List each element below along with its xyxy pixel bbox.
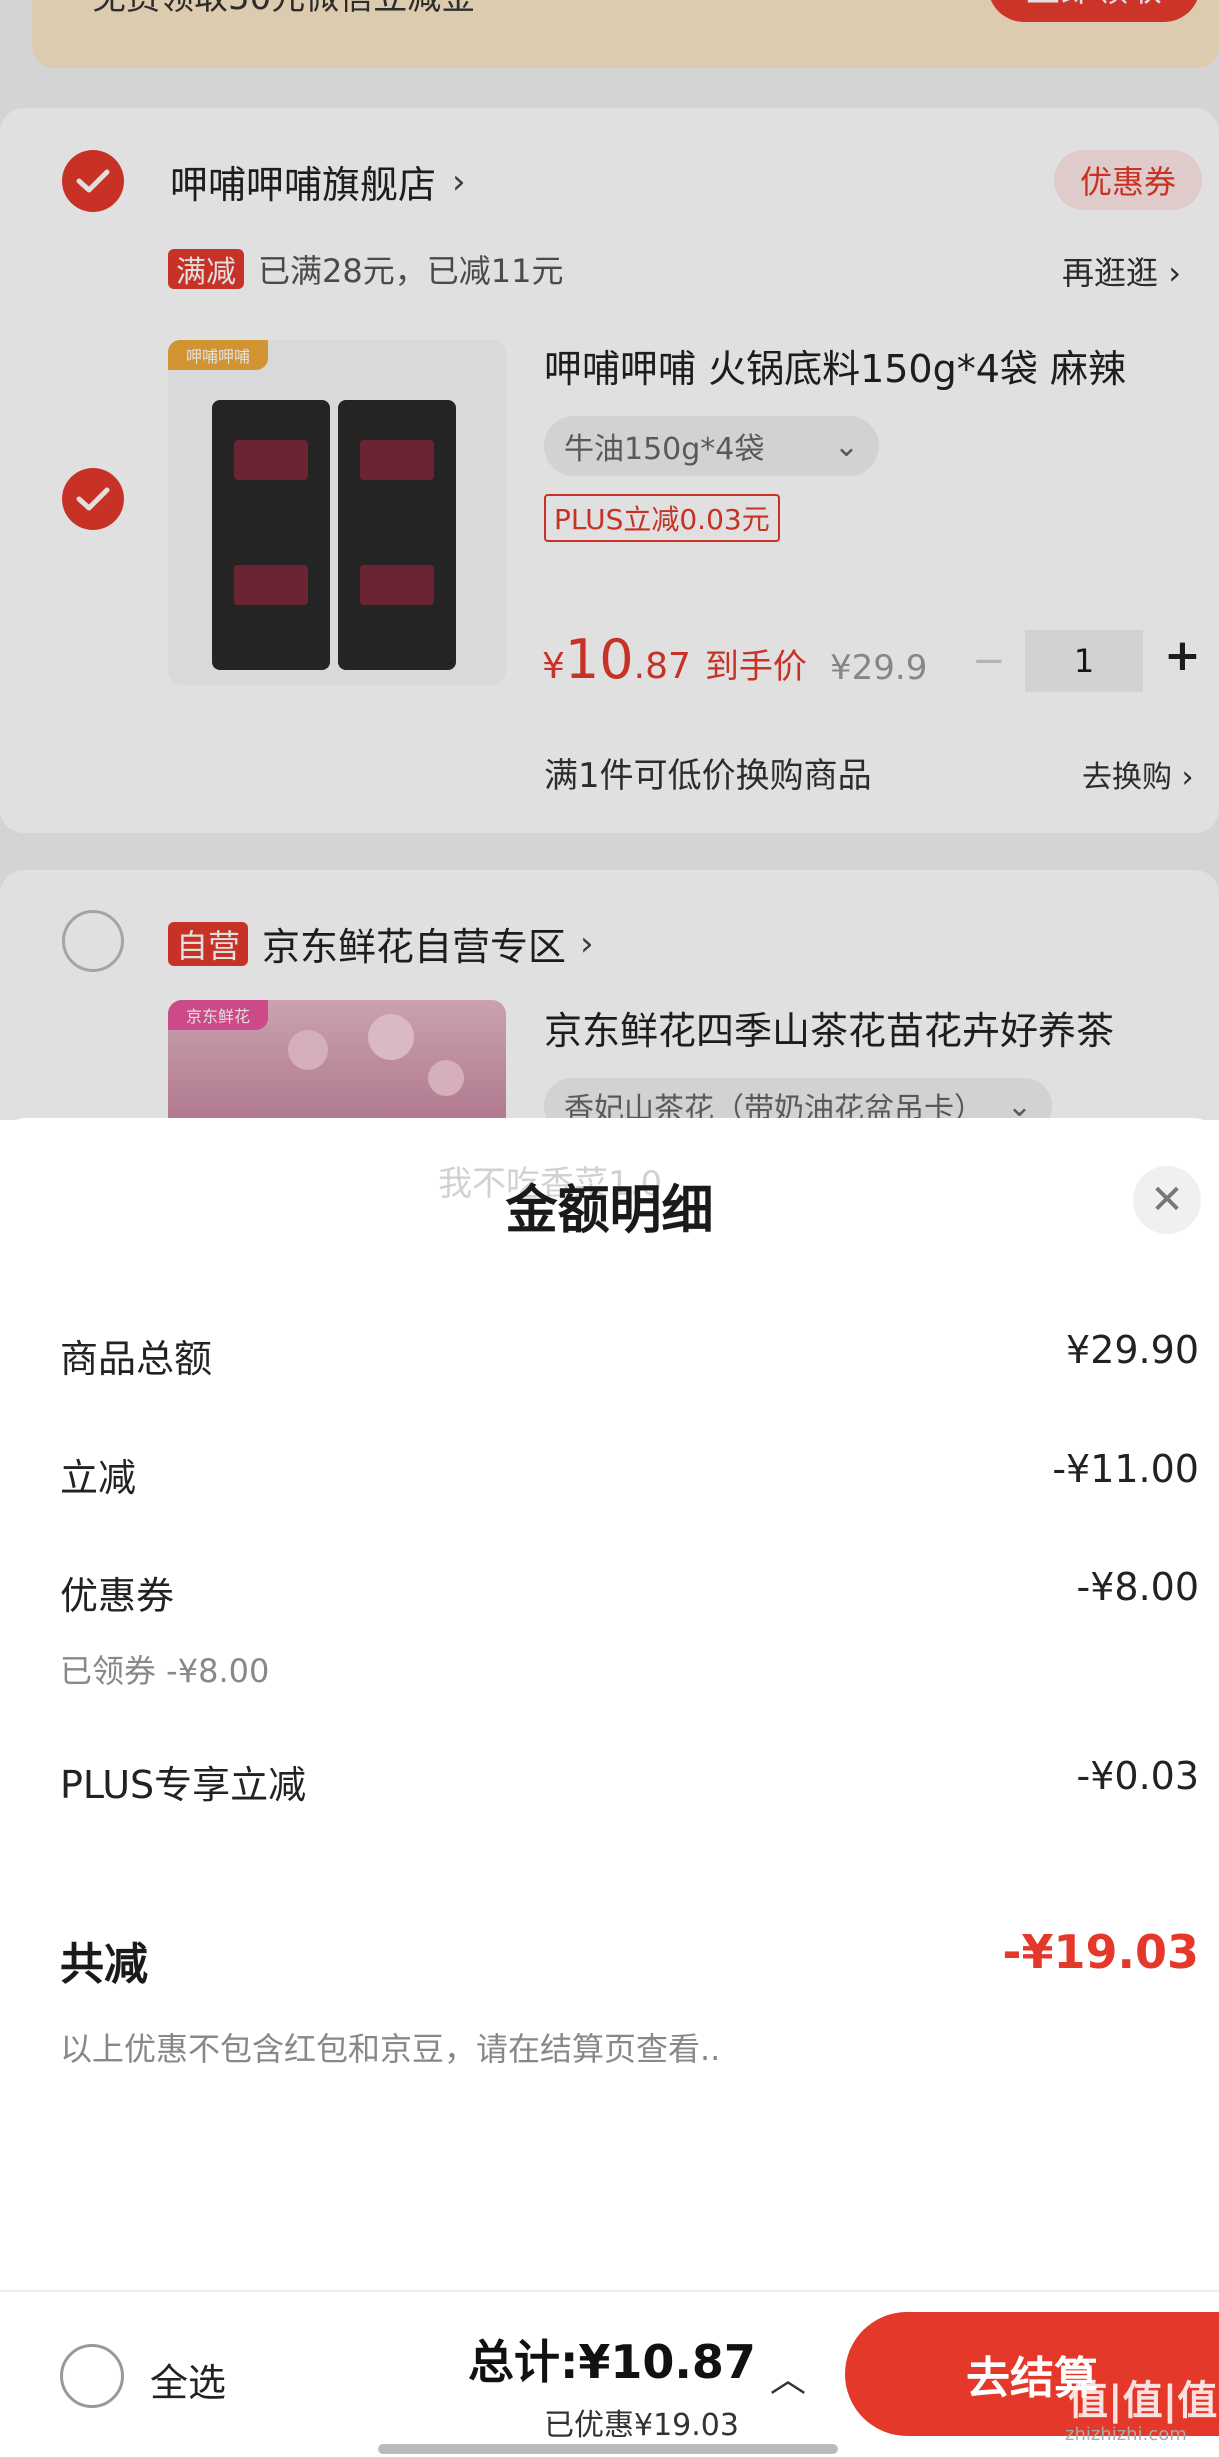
select-all-checkbox[interactable] <box>60 2344 124 2408</box>
row-value-instant-discount: -¥11.00 <box>1052 1447 1199 1491</box>
close-button[interactable]: ✕ <box>1133 1166 1201 1234</box>
coupon-note: 已领券 -¥8.00 <box>60 1652 270 1690</box>
row-value-goods-total: ¥29.90 <box>1066 1328 1199 1372</box>
site-watermark-logo: 值|值|值 <box>1068 2378 1218 2424</box>
sheet-title: 金额明细 <box>505 1181 714 1241</box>
saved-amount: 已优惠¥19.03 <box>544 2408 739 2443</box>
site-watermark-url: zhizhizhi.com <box>1065 2424 1187 2445</box>
row-label-coupon: 优惠券 <box>60 1574 175 1618</box>
row-value-coupon: -¥8.00 <box>1076 1565 1200 1609</box>
row-label-plus-discount: PLUS专享立减 <box>60 1763 307 1807</box>
close-icon: ✕ <box>1150 1177 1184 1223</box>
total-amount: 总计:¥10.87 <box>468 2335 756 2389</box>
dim-overlay[interactable] <box>0 0 1219 1120</box>
disclaimer-text: 以上优惠不包含红包和京豆，请在结算页查看.. <box>60 2030 721 2068</box>
row-label-instant-discount: 立减 <box>60 1456 137 1500</box>
select-all-label[interactable]: 全选 <box>150 2352 226 2407</box>
home-indicator <box>378 2444 838 2454</box>
total-discount-value: -¥19.03 <box>1002 1925 1199 1979</box>
chevron-up-icon[interactable]: ︿ <box>770 2350 806 2402</box>
total-discount-label: 共减 <box>60 1939 148 1990</box>
row-label-goods-total: 商品总额 <box>60 1337 213 1381</box>
row-value-plus-discount: -¥0.03 <box>1076 1754 1200 1798</box>
